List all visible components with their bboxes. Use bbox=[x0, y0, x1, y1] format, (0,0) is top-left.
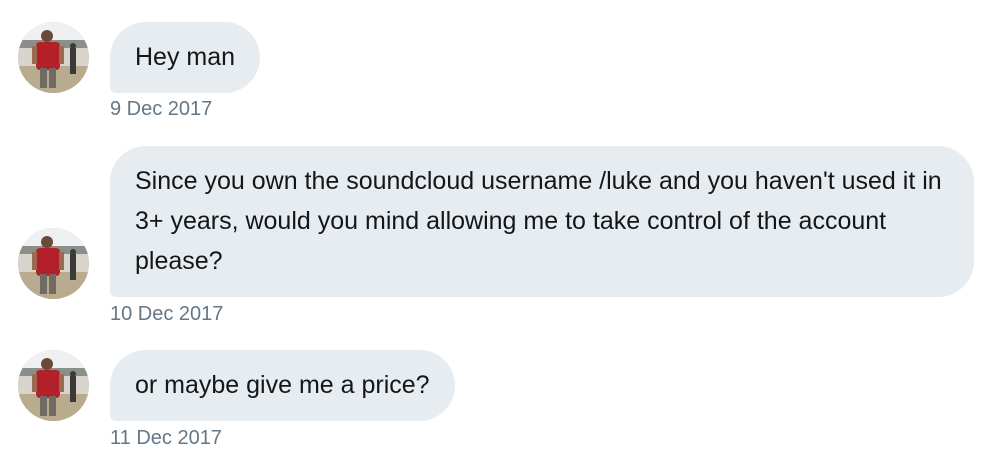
user-avatar[interactable] bbox=[18, 228, 89, 299]
message-bubble: or maybe give me a price? bbox=[110, 350, 455, 421]
avatar-image bbox=[18, 22, 89, 93]
user-avatar[interactable] bbox=[18, 22, 89, 93]
message-text: Since you own the soundcloud username /l… bbox=[135, 167, 942, 275]
message-bubble: Hey man bbox=[110, 22, 261, 93]
message-timestamp: 11 Dec 2017 bbox=[110, 427, 222, 449]
message-bubble: Since you own the soundcloud username /l… bbox=[110, 146, 974, 297]
message-timestamp: 10 Dec 2017 bbox=[110, 303, 224, 325]
message-text: or maybe give me a price? bbox=[135, 371, 430, 399]
avatar-image bbox=[18, 228, 89, 299]
message-timestamp: 9 Dec 2017 bbox=[110, 98, 213, 120]
avatar-image bbox=[18, 350, 89, 421]
user-avatar[interactable] bbox=[18, 350, 89, 421]
message-text: Hey man bbox=[135, 43, 236, 71]
